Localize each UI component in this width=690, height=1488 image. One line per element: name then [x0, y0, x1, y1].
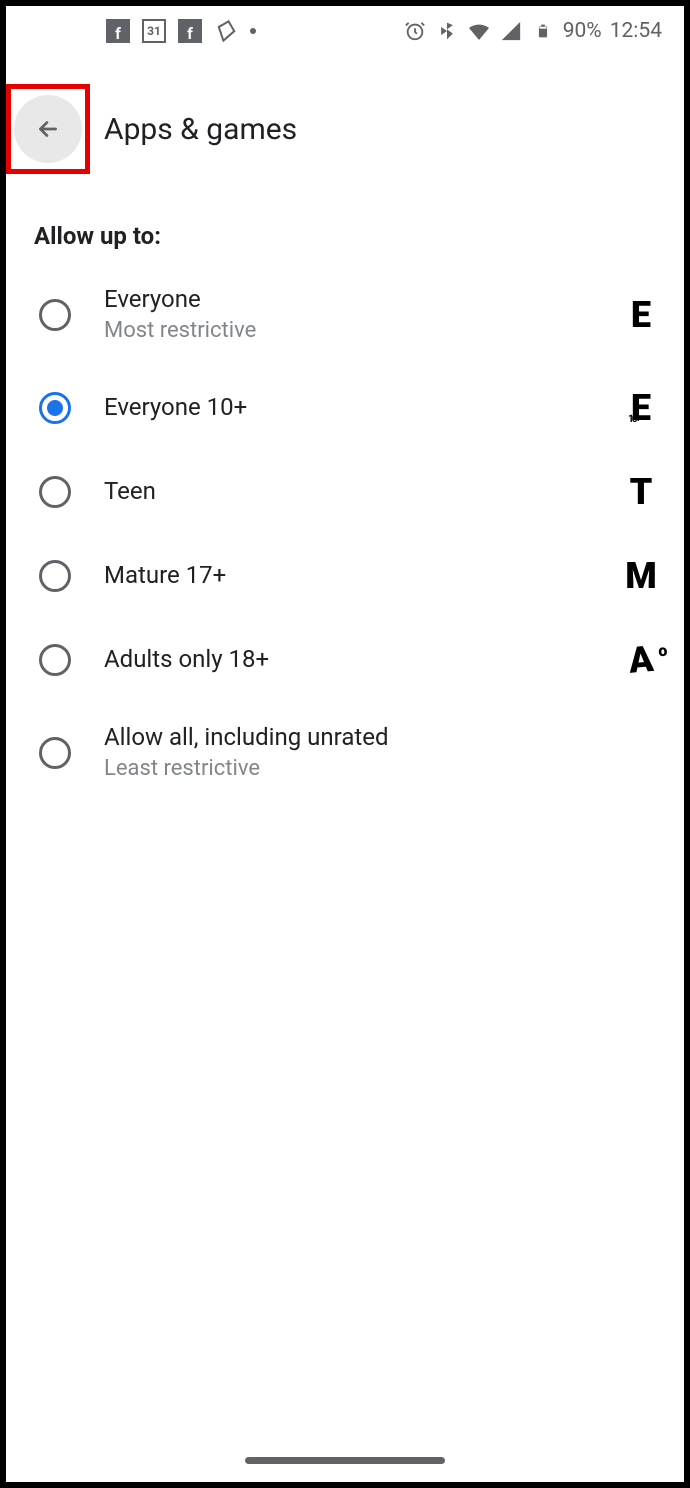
facebook-icon: f: [106, 19, 130, 43]
option-everyone[interactable]: Everyone Most restrictive E: [36, 264, 662, 366]
bluetooth-icon: [435, 19, 459, 43]
section-heading: Allow up to:: [6, 194, 684, 264]
dot-icon: [250, 28, 256, 34]
option-text: Everyone Most restrictive: [104, 284, 618, 346]
status-time: 12:54: [610, 19, 662, 43]
radio-everyone[interactable]: [36, 296, 74, 334]
option-label: Everyone 10+: [104, 392, 618, 423]
option-mature-17[interactable]: Mature 17+ M: [36, 534, 662, 618]
rating-badge-m: M: [618, 555, 662, 597]
rating-badge-t: T: [618, 471, 662, 513]
radio-teen[interactable]: [36, 473, 74, 511]
radio-mature-17[interactable]: [36, 557, 74, 595]
option-label: Adults only 18+: [104, 644, 618, 675]
facebook-icon-2: f: [178, 19, 202, 43]
option-label: Everyone: [104, 284, 618, 315]
battery-percent: 90%: [563, 19, 602, 43]
option-text: Adults only 18+: [104, 644, 618, 675]
status-bar: f 31 f: [6, 6, 684, 56]
option-text: Allow all, including unrated Least restr…: [104, 722, 662, 784]
rating-badge-e: E: [618, 294, 662, 336]
option-allow-all[interactable]: Allow all, including unrated Least restr…: [36, 702, 662, 804]
calendar-icon: 31: [142, 19, 166, 43]
option-text: Mature 17+: [104, 560, 618, 591]
option-sublabel: Most restrictive: [104, 317, 618, 346]
header: Apps & games: [6, 56, 684, 194]
option-adults-only-18[interactable]: Adults only 18+ A: [36, 618, 662, 702]
option-sublabel: Least restrictive: [104, 755, 662, 784]
rating-badge-e10: E: [618, 387, 662, 429]
calendar-day: 31: [147, 24, 161, 38]
option-everyone-10[interactable]: Everyone 10+ E: [36, 366, 662, 450]
radio-allow-all[interactable]: [36, 734, 74, 772]
battery-icon: [531, 19, 555, 43]
tag-icon: [214, 19, 238, 43]
option-label: Allow all, including unrated: [104, 722, 662, 753]
wifi-icon: [467, 19, 491, 43]
signal-icon: [499, 19, 523, 43]
option-label: Teen: [104, 476, 618, 507]
option-teen[interactable]: Teen T: [36, 450, 662, 534]
options-list: Everyone Most restrictive E Everyone 10+…: [6, 264, 684, 804]
back-arrow-icon: [35, 116, 61, 142]
back-button-highlight: [6, 84, 90, 174]
rating-badge-ao: A: [616, 637, 663, 683]
status-right: 90% 12:54: [403, 19, 662, 43]
option-label: Mature 17+: [104, 560, 618, 591]
radio-everyone-10[interactable]: [36, 389, 74, 427]
back-button[interactable]: [14, 95, 82, 163]
navigation-handle[interactable]: [245, 1457, 445, 1464]
radio-adults-only-18[interactable]: [36, 641, 74, 679]
status-left: f 31 f: [106, 19, 256, 43]
alarm-icon: [403, 19, 427, 43]
option-text: Everyone 10+: [104, 392, 618, 423]
option-text: Teen: [104, 476, 618, 507]
page-title: Apps & games: [104, 112, 297, 147]
